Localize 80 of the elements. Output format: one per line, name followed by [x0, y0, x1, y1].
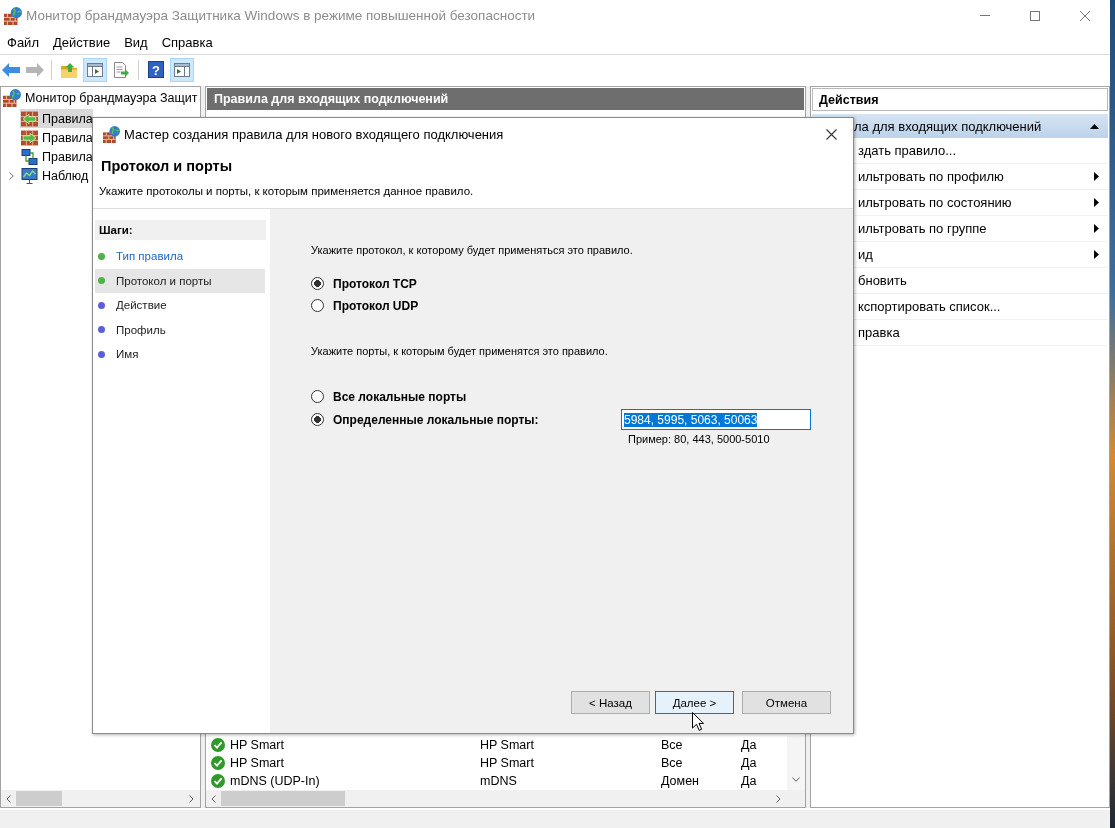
horizontal-scrollbar[interactable] — [1, 790, 200, 807]
horizontal-scrollbar[interactable] — [206, 790, 787, 807]
dialog-button[interactable]: Отмена — [742, 691, 831, 714]
radio-label[interactable]: Протокол UDP — [333, 298, 419, 313]
table-cell-text: HP Smart — [479, 756, 535, 770]
table-cell-text: Да — [740, 774, 758, 788]
pane-title: Действия — [812, 88, 1108, 111]
scrollbar-thumb[interactable] — [221, 791, 345, 806]
tree-item[interactable]: Правила — [20, 147, 93, 166]
radio-button[interactable] — [311, 390, 324, 403]
instruction-text: Укажите протокол, к которому будет применяться это правило. — [311, 243, 633, 257]
chevron-right-icon[interactable] — [776, 794, 781, 803]
chevron-right-icon[interactable] — [189, 794, 194, 803]
tree-item[interactable]: Монитор брандмауэра Защит — [3, 88, 198, 108]
firewall-icon — [103, 125, 120, 143]
close-icon — [1080, 10, 1090, 21]
table-cell-text: Да — [740, 756, 758, 770]
table-cell-text: HP Smart — [479, 738, 535, 752]
folder-up-icon — [61, 61, 77, 78]
radio-button[interactable] — [311, 299, 324, 312]
firewall-icon — [4, 6, 22, 25]
pane-title: Правила для входящих подключений — [207, 88, 804, 110]
close-icon — [825, 128, 837, 140]
chevron-left-icon[interactable] — [211, 794, 216, 803]
wizard-step: Протокол и порты — [95, 268, 265, 293]
vertical-scrollbar[interactable] — [787, 736, 805, 790]
brick-wall-arrow-icon — [21, 110, 38, 127]
chevron-right-icon[interactable] — [9, 171, 14, 180]
maximize-icon — [1030, 10, 1040, 21]
table-cell: HP Smart — [230, 738, 284, 752]
firewall-icon — [3, 89, 21, 107]
window-title: Монитор брандмауэра Защитника Windows в режиме повышенной безопасности — [26, 8, 536, 23]
help-button[interactable]: ? — [144, 57, 168, 82]
action-pane-button[interactable] — [170, 57, 194, 82]
mouse-pointer-icon — [692, 712, 704, 731]
document-arrow-icon — [113, 61, 129, 78]
radio-label[interactable]: Определенные локальные порты: — [333, 412, 539, 427]
menu-item[interactable]: Вид — [117, 33, 155, 52]
table-cell-text: Да — [740, 738, 758, 752]
instruction-text: Укажите порты, к которым будет применятся это правило. — [311, 344, 608, 358]
wizard-step: Профиль — [95, 317, 265, 342]
dialog-button[interactable]: < Назад — [571, 691, 650, 714]
table-cell: mDNS (UDP-In) — [230, 774, 320, 788]
menu-item[interactable]: Справка — [154, 33, 220, 52]
dialog-button[interactable]: Далее > — [655, 691, 734, 714]
dialog-title: Мастер создания правила для нового входящего подключения — [124, 126, 504, 142]
radio-label[interactable]: Протокол TCP — [333, 276, 417, 291]
menu-item[interactable]: Действие — [45, 33, 118, 52]
scrollbar-thumb[interactable] — [16, 791, 62, 806]
tree-item[interactable]: Наблюд — [20, 166, 89, 185]
table-cell: HP Smart — [230, 756, 284, 770]
tree-item[interactable]: Правила — [20, 109, 93, 128]
table-cell-text: mDNS — [479, 774, 518, 788]
hint-text: Пример: 80, 443, 5000-5010 — [627, 432, 771, 446]
ports-input-field[interactable]: 5984, 5995, 5063, 50063 — [621, 409, 811, 430]
minimize-icon — [980, 15, 990, 16]
radio-button[interactable] — [311, 413, 324, 426]
brick-wall-arrow-icon — [21, 129, 38, 146]
page-description: Укажите протоколы и порты, к которым применяется данное правило. — [99, 184, 474, 198]
wizard-step: Действие — [95, 293, 265, 318]
wizard-step[interactable]: Тип правила — [95, 244, 265, 269]
tree-item[interactable]: Правила — [20, 128, 93, 147]
console-tree-button[interactable] — [83, 57, 107, 82]
radio-label[interactable]: Все локальные порты — [333, 389, 467, 404]
right-arrow-icon — [26, 62, 44, 77]
wizard-step: Имя — [95, 342, 265, 367]
monitor-chart-icon — [21, 167, 38, 184]
steps-heading: Шаги: — [95, 220, 266, 240]
chevron-down-icon[interactable] — [792, 777, 800, 782]
window-right-pane-icon — [174, 62, 190, 77]
chevron-left-icon[interactable] — [6, 794, 11, 803]
window-left-pane-icon — [87, 62, 103, 77]
table-cell-text: Все — [660, 738, 684, 752]
page-heading: Протокол и порты — [101, 157, 233, 175]
table-cell-text: Все — [660, 756, 684, 770]
table-cell-text: Домен — [660, 774, 700, 788]
radio-button[interactable] — [311, 277, 324, 290]
two-computers-icon — [21, 148, 38, 165]
left-arrow-icon — [2, 62, 20, 77]
menu-item[interactable]: Файл — [0, 33, 46, 52]
